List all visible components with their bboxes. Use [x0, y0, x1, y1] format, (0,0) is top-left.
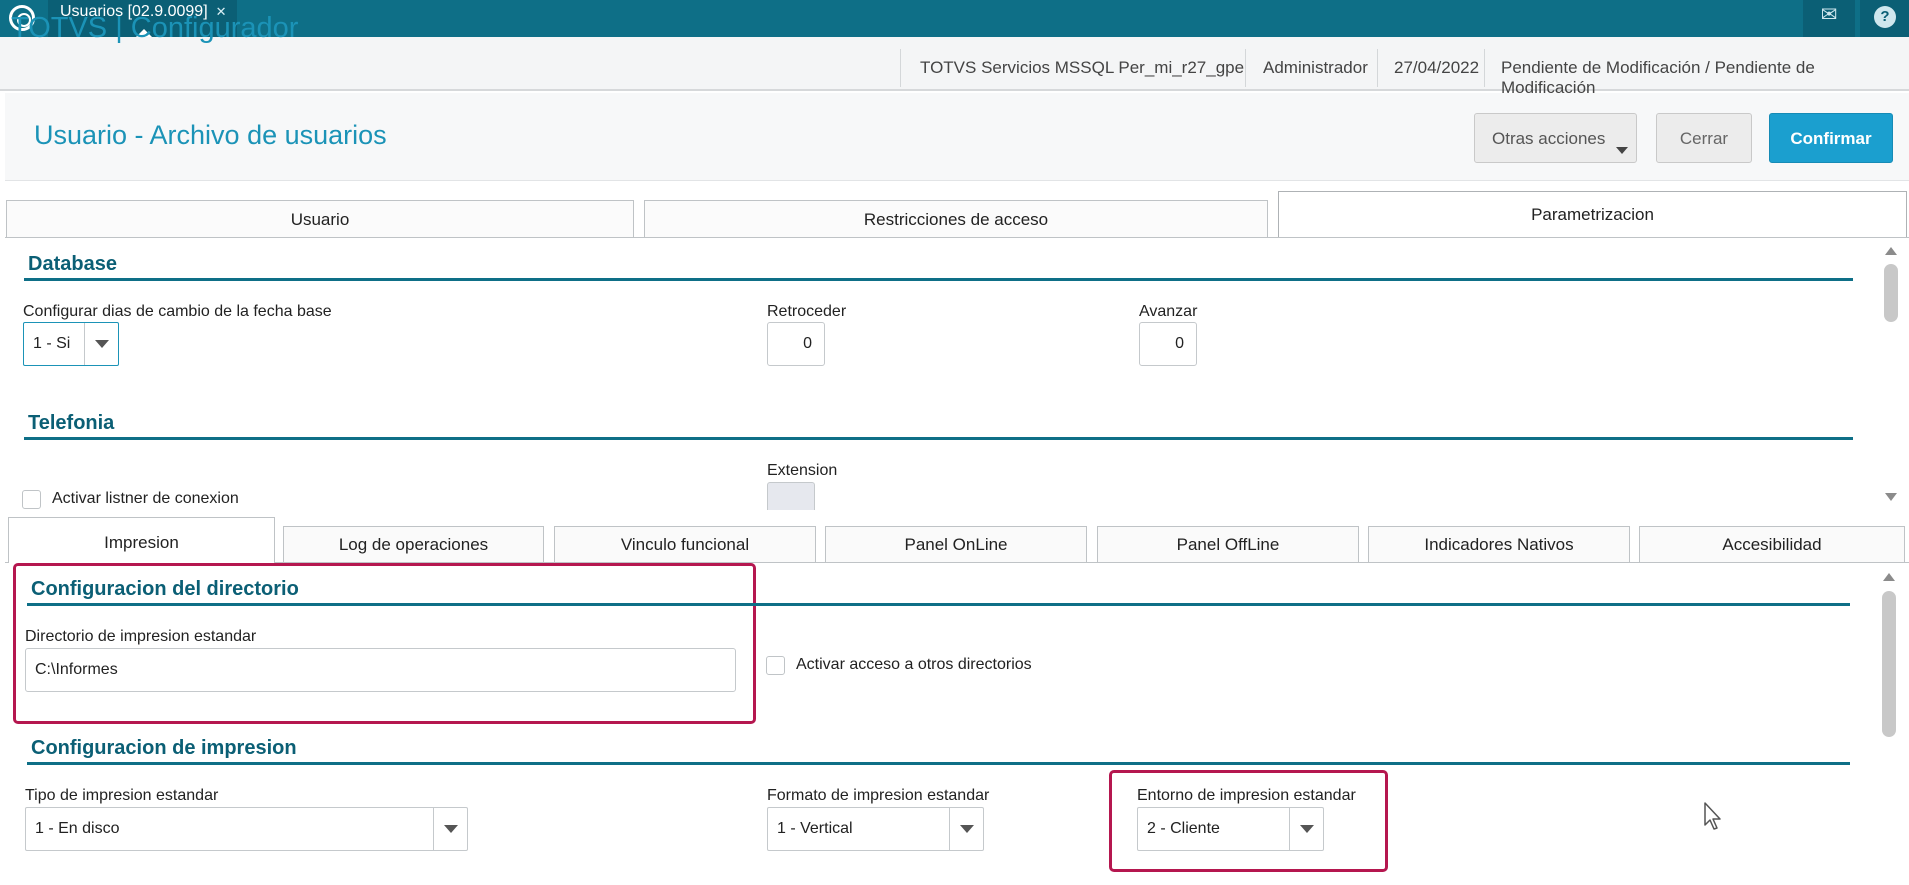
cerrar-button[interactable]: Cerrar	[1656, 113, 1752, 163]
envelope-icon[interactable]: ✉	[1803, 0, 1855, 37]
otros-directorios-checkbox[interactable]	[766, 656, 785, 675]
chevron-down-icon	[1616, 147, 1628, 154]
scroll-up-icon[interactable]	[1885, 247, 1897, 255]
section-divider	[27, 762, 1850, 765]
question-icon: ?	[1874, 6, 1896, 28]
tipo-impresion-label: Tipo de impresion estandar	[25, 787, 219, 804]
date-info: 27/04/2022	[1394, 58, 1480, 77]
config-dias-label: Configurar dias de cambio de la fecha ba…	[23, 303, 332, 320]
formato-impresion-value: 1 - Vertical	[777, 820, 853, 837]
entorno-impresion-select[interactable]: 2 - Cliente	[1137, 807, 1324, 851]
config-dias-select[interactable]: 1 - Si	[23, 322, 119, 366]
page-title: Usuario - Archivo de usuarios	[34, 120, 387, 150]
header-divider	[1245, 49, 1246, 87]
section-divider	[27, 603, 1850, 606]
chevron-down-icon[interactable]	[949, 808, 983, 850]
tab-restricciones-de-acceso[interactable]: Restricciones de acceso	[644, 200, 1268, 238]
section-divider	[24, 437, 1853, 440]
chevron-down-icon[interactable]	[433, 808, 467, 850]
otras-acciones-label: Otras acciones	[1492, 129, 1606, 148]
subtab-accesibilidad[interactable]: Accesibilidad	[1639, 526, 1905, 563]
tab-panel-border	[5, 237, 1909, 238]
header-divider	[1377, 49, 1378, 87]
config-dias-value: 1 - Si	[33, 335, 71, 352]
dir-impresion-label: Directorio de impresion estandar	[25, 628, 257, 645]
subtab-panel-online[interactable]: Panel OnLine	[825, 526, 1087, 563]
tipo-impresion-select[interactable]: 1 - En disco	[25, 807, 468, 851]
chevron-down-icon[interactable]	[84, 323, 118, 365]
extension-label: Extension	[767, 462, 838, 479]
impresion-section-title: Configuracion de impresion	[31, 737, 297, 759]
header-divider	[900, 49, 901, 87]
tipo-impresion-value: 1 - En disco	[35, 820, 120, 837]
subtab-impresion[interactable]: Impresion	[8, 517, 275, 563]
otras-acciones-button[interactable]: Otras acciones	[1474, 113, 1637, 163]
directorio-section-title: Configuracion del directorio	[31, 578, 299, 600]
chevron-down-icon[interactable]	[1289, 808, 1323, 850]
section-divider	[24, 278, 1853, 281]
retroceder-input[interactable]: 0	[767, 322, 825, 366]
subtab-panel-offline[interactable]: Panel OffLine	[1097, 526, 1359, 563]
tab-parametrizacion[interactable]: Parametrizacion	[1278, 191, 1907, 238]
status-info: Pendiente de Modificación / Pendiente de…	[1501, 58, 1815, 97]
brand-title: TOTVS | Configurador	[11, 12, 299, 44]
dir-impresion-input[interactable]: C:\Informes	[25, 648, 736, 692]
scroll-up-icon[interactable]	[1883, 573, 1895, 581]
avanzar-input[interactable]: 0	[1139, 322, 1197, 366]
database-section-title: Database	[28, 253, 117, 275]
otros-directorios-label: Activar acceso a otros directorios	[796, 656, 1032, 673]
tab-usuario[interactable]: Usuario	[6, 200, 634, 238]
listener-checkbox[interactable]	[22, 490, 41, 509]
header-divider	[1484, 49, 1485, 87]
confirmar-button[interactable]: Confirmar	[1769, 113, 1893, 163]
subtab-log-de-operaciones[interactable]: Log de operaciones	[283, 526, 544, 563]
mouse-cursor-icon	[1704, 802, 1721, 830]
entorno-impresion-value: 2 - Cliente	[1147, 820, 1220, 837]
telefonia-section-title: Telefonia	[28, 412, 115, 434]
entorno-impresion-label: Entorno de impresion estandar	[1137, 787, 1356, 804]
upper-scroll-thumb[interactable]	[1884, 264, 1898, 322]
formato-impresion-select[interactable]: 1 - Vertical	[767, 807, 984, 851]
subtab-indicadores-nativos[interactable]: Indicadores Nativos	[1368, 526, 1630, 563]
listener-label: Activar listner de conexion	[52, 490, 239, 507]
user-info: Administrador	[1263, 58, 1368, 77]
retroceder-label: Retroceder	[767, 303, 847, 320]
formato-impresion-label: Formato de impresion estandar	[767, 787, 990, 804]
avanzar-label: Avanzar	[1139, 303, 1198, 320]
environment-info: TOTVS Servicios MSSQL Per_mi_r27_gpe	[920, 58, 1245, 77]
scroll-down-icon[interactable]	[1885, 493, 1897, 501]
help-button[interactable]: ?	[1860, 0, 1909, 37]
subtab-vinculo-funcional[interactable]: Vinculo funcional	[554, 526, 816, 563]
extension-input[interactable]	[767, 482, 815, 510]
lower-scroll-thumb[interactable]	[1882, 591, 1896, 737]
